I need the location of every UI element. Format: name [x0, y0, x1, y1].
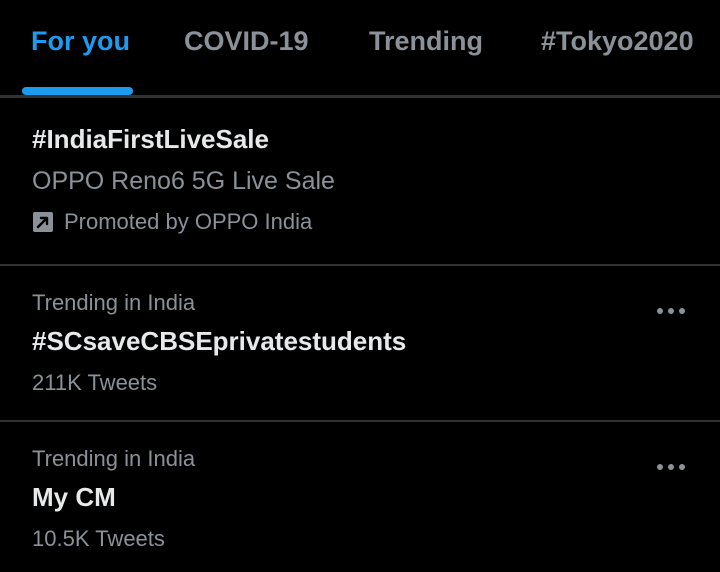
trend-item[interactable]: Trending in India #SCsaveCBSEprivatestud… — [0, 266, 720, 420]
more-options-icon[interactable] — [656, 460, 686, 472]
trend-item[interactable]: Trending in India My CM 10.5K Tweets — [0, 422, 720, 572]
tab-bar: For you COVID-19 Trending #Tokyo2020 — [0, 0, 720, 98]
trend-context: Trending in India — [32, 290, 196, 315]
active-tab-indicator — [22, 87, 133, 95]
trend-tweet-count: 10.5K Tweets — [32, 526, 165, 551]
trend-title: My CM — [32, 482, 116, 512]
promoted-trend-title: #IndiaFirstLiveSale — [32, 124, 269, 154]
tab-for-you[interactable]: For you — [31, 26, 130, 57]
promoted-by-text: Promoted by OPPO India — [64, 209, 313, 234]
promoted-arrow-icon — [32, 211, 54, 233]
tab-tokyo2020[interactable]: #Tokyo2020 — [541, 26, 694, 57]
trend-tweet-count: 211K Tweets — [32, 370, 158, 395]
promoted-label-row: Promoted by OPPO India — [32, 209, 312, 235]
promoted-trend-subtitle: OPPO Reno6 5G Live Sale — [32, 167, 335, 195]
trend-context: Trending in India — [32, 446, 196, 471]
tab-trending[interactable]: Trending — [369, 26, 483, 57]
more-options-icon[interactable] — [656, 304, 686, 316]
trend-title: #SCsaveCBSEprivatestudents — [32, 326, 407, 356]
tab-covid-19[interactable]: COVID-19 — [184, 26, 309, 57]
promoted-trend-item[interactable]: #IndiaFirstLiveSale OPPO Reno6 5G Live S… — [0, 98, 720, 264]
